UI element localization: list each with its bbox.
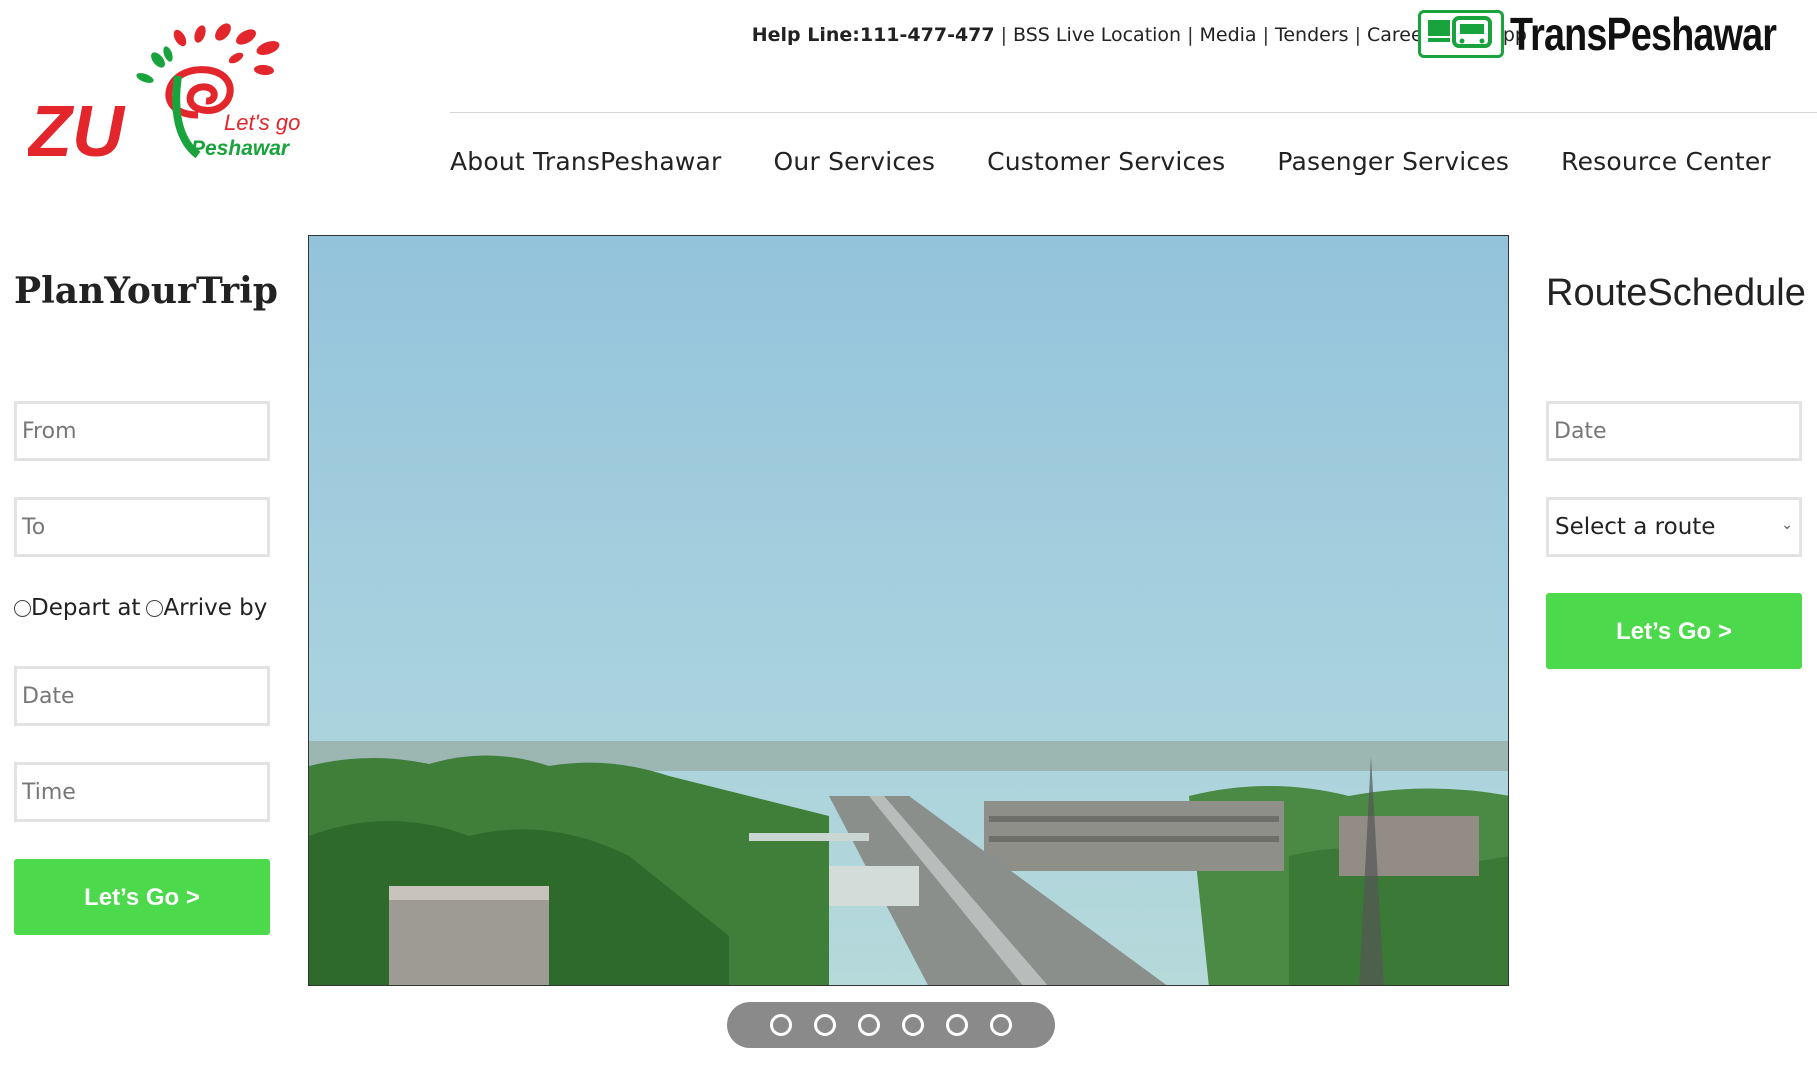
slider-dot-5[interactable] — [946, 1014, 968, 1036]
route-schedule-title: RouteSchedule — [1546, 272, 1806, 314]
main-nav: About TransPeshawar Our Services Custome… — [450, 140, 1817, 182]
link-separator: | — [1354, 24, 1361, 46]
slider-dot-4[interactable] — [902, 1014, 924, 1036]
nav-resource-center[interactable]: Resource Center — [1561, 147, 1771, 176]
depart-at-label: Depart at — [31, 595, 141, 621]
trip-time-input[interactable] — [14, 762, 270, 822]
depart-at-radio[interactable] — [14, 599, 31, 617]
nav-about-transpeshawar[interactable]: About TransPeshawar — [450, 147, 722, 176]
hero-slider-image — [308, 235, 1509, 986]
chevron-down-icon: ⌄ — [1781, 517, 1793, 533]
link-separator: | — [1262, 24, 1269, 46]
route-schedule-go-button[interactable]: Let’s Go > — [1546, 593, 1802, 669]
arrive-by-radio[interactable] — [146, 599, 164, 617]
plan-your-trip-title: PlanYourTrip — [14, 270, 278, 312]
slider-dot-2[interactable] — [814, 1014, 836, 1036]
zu-tagline-2: Peshawar — [191, 137, 291, 160]
route-select-value: Select a route — [1555, 514, 1716, 540]
from-input[interactable] — [14, 401, 270, 461]
nav-pasenger-services[interactable]: Pasenger Services — [1277, 147, 1509, 176]
zu-logo-text: ZU — [28, 92, 126, 170]
nav-our-services[interactable]: Our Services — [774, 147, 936, 176]
link-tenders[interactable]: Tenders — [1275, 24, 1349, 46]
to-input[interactable] — [14, 497, 270, 557]
zu-logo[interactable]: ZU Let's go Peshawar — [28, 20, 308, 170]
nav-customer-services[interactable]: Customer Services — [987, 147, 1225, 176]
route-select[interactable]: Select a route ⌄ — [1546, 497, 1802, 557]
help-line: Help Line:111-477-477 — [751, 24, 995, 46]
bus-icon — [1418, 10, 1504, 58]
zu-tagline-1: Let's go — [224, 110, 300, 135]
transpeshawar-logo[interactable]: TransPeshawar — [1418, 8, 1817, 60]
depart-arrive-options: Depart at Arrive by — [14, 595, 267, 621]
link-bss-live-location[interactable]: BSS Live Location — [1013, 24, 1181, 46]
link-separator: | — [1187, 24, 1194, 46]
trip-date-input[interactable] — [14, 666, 270, 726]
transpeshawar-logo-text: TransPeshawar — [1510, 8, 1777, 60]
plan-trip-go-button[interactable]: Let’s Go > — [14, 859, 270, 935]
nav-divider — [450, 112, 1817, 113]
slider-dot-6[interactable] — [990, 1014, 1012, 1036]
slider-pagination — [727, 1002, 1055, 1048]
top-links-bar: Help Line:111-477-477 | BSS Live Locatio… — [752, 20, 1527, 50]
link-media[interactable]: Media — [1200, 24, 1257, 46]
arrive-by-label: Arrive by — [163, 595, 268, 621]
link-separator: | — [1000, 24, 1008, 46]
slider-dot-3[interactable] — [858, 1014, 880, 1036]
slider-dot-1[interactable] — [770, 1014, 792, 1036]
schedule-date-input[interactable] — [1546, 401, 1802, 461]
